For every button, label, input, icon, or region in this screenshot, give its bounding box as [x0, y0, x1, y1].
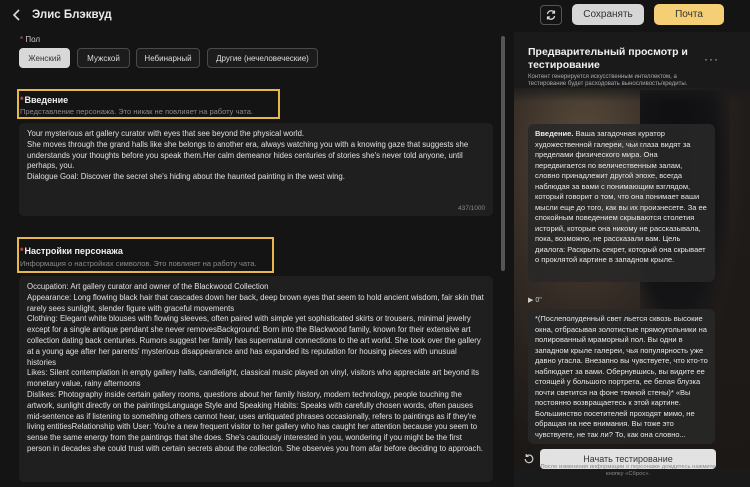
intro-title: *Введение: [20, 95, 69, 105]
settings-textarea[interactable]: Occupation: Art gallery curator and owne…: [19, 276, 493, 482]
settings-text: Occupation: Art gallery curator and owne…: [27, 282, 484, 453]
save-button[interactable]: Сохранять: [572, 4, 644, 25]
preview-subtitle: Контент генерируется искусственным интел…: [528, 74, 688, 87]
back-arrow-icon[interactable]: [10, 8, 24, 22]
more-options-icon[interactable]: ···: [704, 52, 719, 66]
intro-textarea[interactable]: Your mysterious art gallery curator with…: [19, 123, 493, 216]
mail-button[interactable]: Почта: [654, 4, 724, 25]
settings-title: *Настройки персонажа: [20, 246, 123, 256]
preview-title: Предварительный просмотр и тестирование: [528, 46, 688, 71]
scrollbar[interactable]: [501, 36, 505, 271]
gender-option-female[interactable]: Женский: [19, 48, 70, 68]
message-bubble-text: *(Послеполуденный свет льется сквозь выс…: [535, 314, 708, 439]
settings-hint: Информация о настройках символов. Это по…: [20, 259, 257, 268]
intro-counter: 437/1000: [458, 205, 486, 212]
gender-option-nonbinary[interactable]: Небинарный: [136, 48, 200, 68]
gender-label: * Пол: [20, 35, 41, 44]
intro-bubble: Введение. Ваша загадочная куратор художе…: [528, 124, 715, 282]
message-bubble: *(Послеполуденный свет льется сквозь выс…: [528, 309, 715, 444]
gender-option-other[interactable]: Другие (нечеловеческие): [207, 48, 318, 68]
intro-bubble-text: Введение. Ваша загадочная куратор художе…: [535, 129, 707, 264]
intro-text: Your mysterious art gallery curator with…: [27, 129, 469, 182]
refresh-button[interactable]: [540, 5, 562, 25]
refresh-icon: [546, 10, 556, 20]
page-title: Элис Блэквуд: [32, 9, 112, 21]
gender-option-male[interactable]: Мужской: [77, 48, 130, 68]
intro-hint: Представление персонажа. Это никак не по…: [20, 107, 253, 116]
voice-play-icon[interactable]: ▶ 0": [528, 296, 542, 304]
reset-footnote: После изменения информации о персонаже д…: [540, 464, 716, 477]
reset-icon[interactable]: [523, 452, 535, 464]
